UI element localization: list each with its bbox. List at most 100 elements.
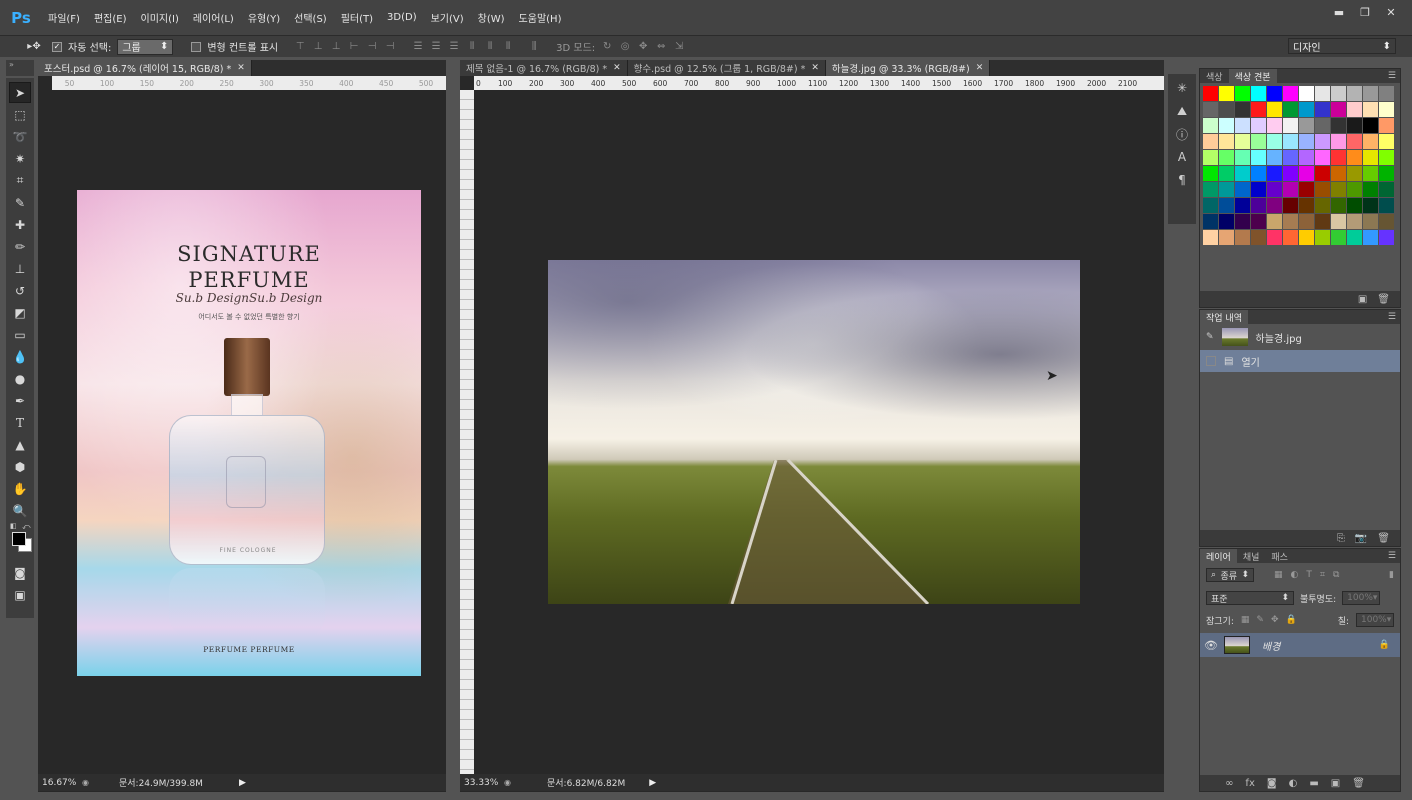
layer-style-icon[interactable]: fx bbox=[1245, 778, 1254, 789]
swatch[interactable] bbox=[1363, 150, 1378, 165]
link-layers-icon[interactable]: ∞ bbox=[1225, 778, 1233, 789]
poster-canvas[interactable]: SIGNATURE PERFUME Su.b DesignSu.b Design… bbox=[77, 190, 421, 676]
swatch[interactable] bbox=[1363, 86, 1378, 101]
swatch[interactable] bbox=[1331, 86, 1346, 101]
align-bottom-icon[interactable]: ⊥ bbox=[330, 41, 342, 53]
blend-mode-dropdown[interactable]: 표준 ⬍ bbox=[1206, 591, 1294, 605]
swatch[interactable] bbox=[1299, 182, 1314, 197]
tab-perfume[interactable]: 향수.psd @ 12.5% (그룹 1, RGB/8#) * ✕ bbox=[627, 60, 826, 76]
swatch[interactable] bbox=[1203, 198, 1218, 213]
swatch[interactable] bbox=[1235, 182, 1250, 197]
marquee-tool[interactable]: ⬚ bbox=[9, 104, 31, 125]
tab-history[interactable]: 작업 내역 bbox=[1200, 310, 1248, 324]
swatch[interactable] bbox=[1235, 166, 1250, 181]
swatch[interactable] bbox=[1347, 214, 1362, 229]
histogram-icon[interactable]: ⛰ bbox=[1172, 101, 1192, 121]
hand-tool[interactable]: ✋ bbox=[9, 478, 31, 499]
distribute-bottom-icon[interactable]: ☰ bbox=[448, 41, 460, 53]
swatch[interactable] bbox=[1203, 134, 1218, 149]
toolbar-collapse-icon[interactable]: » bbox=[6, 60, 34, 76]
swatch[interactable] bbox=[1267, 150, 1282, 165]
swatch[interactable] bbox=[1299, 86, 1314, 101]
swatch[interactable] bbox=[1251, 150, 1266, 165]
auto-align-icon[interactable]: ⫼ bbox=[528, 41, 540, 53]
swatch[interactable] bbox=[1251, 166, 1266, 181]
menu-3d[interactable]: 3D(D) bbox=[387, 12, 417, 23]
swatch[interactable] bbox=[1283, 166, 1298, 181]
magic-wand-tool[interactable]: ✷ bbox=[9, 148, 31, 169]
swatch[interactable] bbox=[1363, 118, 1378, 133]
swatch[interactable] bbox=[1235, 198, 1250, 213]
swatch[interactable] bbox=[1315, 166, 1330, 181]
menu-edit[interactable]: 편집(E) bbox=[94, 10, 127, 25]
tab-swatches[interactable]: 색상 견본 bbox=[1228, 69, 1277, 83]
distribute-left-icon[interactable]: ⦀ bbox=[466, 41, 478, 53]
swatch[interactable] bbox=[1315, 182, 1330, 197]
workspace-dropdown[interactable]: 디자인 ⬍ bbox=[1288, 38, 1396, 54]
3d-rotate-icon[interactable]: ↻ bbox=[601, 41, 613, 53]
swatch[interactable] bbox=[1347, 198, 1362, 213]
swatch[interactable] bbox=[1315, 86, 1330, 101]
swatch[interactable] bbox=[1251, 134, 1266, 149]
history-brush-tool[interactable]: ↺ bbox=[9, 280, 31, 301]
swatch[interactable] bbox=[1347, 102, 1362, 117]
swatch[interactable] bbox=[1235, 230, 1250, 245]
swatch[interactable] bbox=[1203, 214, 1218, 229]
3d-scale-icon[interactable]: ⇲ bbox=[673, 41, 685, 53]
3d-roll-icon[interactable]: ◎ bbox=[619, 41, 631, 53]
swatch[interactable] bbox=[1331, 166, 1346, 181]
tab-layers[interactable]: 레이어 bbox=[1200, 549, 1237, 563]
swatch[interactable] bbox=[1315, 150, 1330, 165]
swap-colors-icon[interactable]: ⤺ bbox=[22, 522, 31, 532]
filter-adjustment-icon[interactable]: ◐ bbox=[1291, 570, 1299, 580]
swatch[interactable] bbox=[1219, 134, 1234, 149]
maximize-button[interactable]: ❐ bbox=[1352, 4, 1378, 20]
create-snapshot-icon[interactable]: 📷 bbox=[1355, 533, 1367, 544]
swatch[interactable] bbox=[1219, 214, 1234, 229]
dodge-tool[interactable]: ● bbox=[9, 368, 31, 389]
distribute-vcenter-icon[interactable]: ☰ bbox=[430, 41, 442, 53]
close-tab-icon[interactable]: ✕ bbox=[811, 63, 819, 73]
lasso-tool[interactable]: ➰ bbox=[9, 126, 31, 147]
swatch[interactable] bbox=[1203, 150, 1218, 165]
quick-mask-tool[interactable]: ◙ bbox=[9, 562, 31, 583]
swatch[interactable] bbox=[1219, 198, 1234, 213]
swatch[interactable] bbox=[1299, 230, 1314, 245]
align-top-icon[interactable]: ⊤ bbox=[294, 41, 306, 53]
layer-visibility-eye-icon[interactable]: 👁 bbox=[1200, 639, 1222, 652]
swatch[interactable] bbox=[1219, 102, 1234, 117]
3d-icon[interactable]: ✳ bbox=[1172, 78, 1192, 98]
tab-paths[interactable]: 패스 bbox=[1265, 549, 1294, 563]
auto-select-checkbox[interactable]: ✓ bbox=[52, 41, 62, 52]
menu-type[interactable]: 유형(Y) bbox=[248, 10, 280, 25]
status-info-icon[interactable]: ◉ bbox=[504, 778, 511, 787]
status-menu-arrow-icon[interactable]: ▶ bbox=[649, 778, 656, 788]
foreground-color[interactable] bbox=[12, 532, 26, 546]
swatch[interactable] bbox=[1219, 230, 1234, 245]
move-tool-preset-icon[interactable]: ▸✥ bbox=[22, 41, 46, 53]
status-info-icon[interactable]: ◉ bbox=[82, 778, 89, 787]
new-layer-icon[interactable]: ▣ bbox=[1331, 778, 1340, 789]
swatch[interactable] bbox=[1299, 198, 1314, 213]
crop-tool[interactable]: ⌗ bbox=[9, 170, 31, 191]
swatch[interactable] bbox=[1235, 102, 1250, 117]
swatch[interactable] bbox=[1251, 182, 1266, 197]
swatch[interactable] bbox=[1267, 198, 1282, 213]
swatch[interactable] bbox=[1219, 118, 1234, 133]
swatch[interactable] bbox=[1315, 118, 1330, 133]
close-tab-icon[interactable]: ✕ bbox=[237, 63, 245, 73]
swatch[interactable] bbox=[1331, 150, 1346, 165]
distribute-right-icon[interactable]: ⦀ bbox=[502, 41, 514, 53]
shape-tool[interactable]: ⬢ bbox=[9, 456, 31, 477]
swatch[interactable] bbox=[1363, 198, 1378, 213]
add-mask-icon[interactable]: ◙ bbox=[1267, 778, 1277, 789]
swatch[interactable] bbox=[1283, 134, 1298, 149]
swatch[interactable] bbox=[1299, 214, 1314, 229]
swatch[interactable] bbox=[1219, 150, 1234, 165]
swatch[interactable] bbox=[1251, 214, 1266, 229]
swatch[interactable] bbox=[1379, 134, 1394, 149]
swatch[interactable] bbox=[1347, 182, 1362, 197]
swatch[interactable] bbox=[1283, 214, 1298, 229]
swatch[interactable] bbox=[1203, 166, 1218, 181]
tab-sky-landscape[interactable]: 하늘경.jpg @ 33.3% (RGB/8#) ✕ bbox=[825, 60, 991, 76]
